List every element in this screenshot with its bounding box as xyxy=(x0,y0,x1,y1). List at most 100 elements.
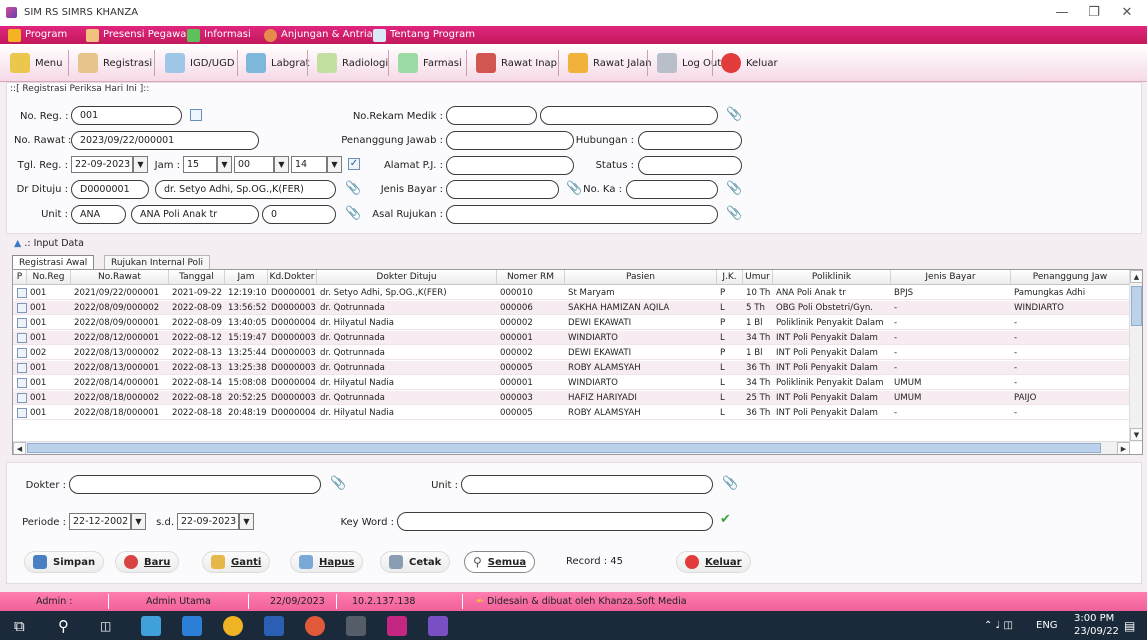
no-rawat-field[interactable]: 2023/09/22/000001 xyxy=(71,131,259,150)
hubungan-field[interactable] xyxy=(638,131,742,150)
file-explorer-icon[interactable] xyxy=(182,616,202,636)
row-checkbox[interactable] xyxy=(17,318,27,328)
column-header[interactable]: Nomer RM xyxy=(497,270,565,285)
scroll-up-icon[interactable]: ▲ xyxy=(1130,270,1142,283)
row-checkbox[interactable] xyxy=(17,288,27,298)
table-row[interactable]: 001 2022/08/09/000001 2022-08-09 13:40:05 D0… xyxy=(13,316,1130,330)
toolbar-keluar-button[interactable]: Keluar xyxy=(721,50,778,76)
no-ka-clip-icon[interactable]: 📎 xyxy=(726,181,742,196)
simpan-button[interactable]: Simpan xyxy=(24,551,105,573)
keyword-field[interactable] xyxy=(397,512,713,531)
table-row[interactable]: 001 2022/08/18/000002 2022-08-18 20:52:25 D0… xyxy=(13,391,1130,405)
pen-app-icon[interactable] xyxy=(387,616,407,636)
periode-dari-date[interactable]: 22-12-2002 xyxy=(69,513,131,530)
alamat-pj-field[interactable] xyxy=(446,156,574,175)
jam-second-select[interactable]: 14 xyxy=(291,156,327,173)
filter-unit-clip-icon[interactable]: 📎 xyxy=(722,476,738,491)
row-checkbox[interactable] xyxy=(17,363,27,373)
jenis-bayar-field[interactable] xyxy=(446,180,559,199)
language-indicator[interactable]: ENG xyxy=(1036,620,1058,631)
periode-sampai-date[interactable]: 22-09-2023 xyxy=(177,513,239,530)
toolbar-rawat-inap-button[interactable]: Rawat Inap xyxy=(476,50,557,76)
menu-tentang-program[interactable]: Tentang Program xyxy=(373,26,475,44)
table-row[interactable]: 001 2022/08/09/000002 2022-08-09 13:56:52 D0… xyxy=(13,301,1130,315)
keluar-button[interactable]: Keluar xyxy=(676,551,751,573)
clock-date[interactable]: 23/09/22 xyxy=(1074,626,1119,637)
jam-hour-dropdown-icon[interactable]: ▼ xyxy=(217,156,232,173)
menu-informasi[interactable]: Informasi xyxy=(187,26,251,44)
menu-anjungan-antrian[interactable]: Anjungan & Antrian xyxy=(264,26,379,44)
jam-second-dropdown-icon[interactable]: ▼ xyxy=(327,156,342,173)
column-header[interactable]: Jenis Bayar xyxy=(891,270,1011,285)
hapus-button[interactable]: Hapus xyxy=(290,551,364,573)
menu-program[interactable]: Program xyxy=(8,26,67,44)
terminal-icon[interactable] xyxy=(346,616,366,636)
table-row[interactable]: 001 2022/08/14/000001 2022-08-14 15:08:08 D0… xyxy=(13,376,1130,390)
restore-icon[interactable]: ❐ xyxy=(1080,4,1108,22)
column-header[interactable]: Tanggal xyxy=(169,270,225,285)
jam-auto-checkbox[interactable]: ✓ xyxy=(348,158,360,170)
notification-icon[interactable]: ▤ xyxy=(1124,619,1135,633)
column-header[interactable]: No.Rawat xyxy=(71,270,169,285)
column-header[interactable]: J.K. xyxy=(717,270,743,285)
jam-minute-select[interactable]: 00 xyxy=(234,156,274,173)
filter-unit-field[interactable] xyxy=(461,475,713,494)
column-header[interactable]: Kd.Dokter xyxy=(268,270,317,285)
vertical-scroll-thumb[interactable] xyxy=(1131,286,1142,326)
jam-hour-select[interactable]: 15 xyxy=(183,156,217,173)
windows-start-icon[interactable]: ⧉ xyxy=(14,616,34,636)
search-icon[interactable]: ⚲ xyxy=(58,616,78,636)
column-header[interactable]: Dokter Dituju xyxy=(317,270,497,285)
toolbar-igd-button[interactable]: IGD/UGD xyxy=(165,50,235,76)
toolbar-registrasi-button[interactable]: Registrasi xyxy=(78,50,152,76)
table-row[interactable]: 002 2022/08/13/000002 2022-08-13 13:25:44 D0… xyxy=(13,346,1130,360)
task-view-icon[interactable]: ◫ xyxy=(100,616,120,636)
unit-nama-field[interactable]: ANA Poli Anak tr xyxy=(131,205,259,224)
cetak-button[interactable]: Cetak xyxy=(380,551,451,573)
filter-dokter-clip-icon[interactable]: 📎 xyxy=(330,476,346,491)
horizontal-scrollbar[interactable]: ◀ ▶ xyxy=(13,441,1130,454)
input-data-toggle[interactable]: ▲ .: Input Data xyxy=(14,238,84,249)
toolbar-rawat-jalan-button[interactable]: Rawat Jalan xyxy=(568,50,652,76)
row-checkbox[interactable] xyxy=(17,408,27,418)
column-header[interactable]: Penanggung Jaw xyxy=(1011,270,1130,285)
ganti-button[interactable]: Ganti xyxy=(202,551,271,573)
scroll-right-icon[interactable]: ▶ xyxy=(1117,442,1130,454)
menu-presensi-pegawai[interactable]: Presensi Pegawai xyxy=(86,26,189,44)
table-row[interactable]: 001 2021/09/22/000001 2021-09-22 12:19:10 D0… xyxy=(13,286,1130,300)
toolbar-farmasi-button[interactable]: Farmasi xyxy=(398,50,462,76)
row-checkbox[interactable] xyxy=(17,393,27,403)
status-field[interactable] xyxy=(638,156,742,175)
app-icon-orange[interactable] xyxy=(305,616,325,636)
tab-rujukan-internal-poli[interactable]: Rujukan Internal Poli xyxy=(104,255,211,270)
table-row[interactable]: 001 2022/08/18/000001 2022-08-18 20:48:19 D0… xyxy=(13,406,1130,420)
no-reg-checkbox[interactable] xyxy=(190,109,202,121)
dr-nama-field[interactable]: dr. Setyo Adhi, Sp.OG.,K(FER) xyxy=(155,180,336,199)
calculator-app-icon[interactable] xyxy=(141,616,161,636)
unit-kode-field[interactable]: ANA xyxy=(71,205,126,224)
column-header[interactable]: No.Reg xyxy=(27,270,71,285)
periode-dari-dropdown-icon[interactable]: ▼ xyxy=(131,513,146,530)
toolbar-labgrat-button[interactable]: Labgrat xyxy=(246,50,310,76)
column-header[interactable]: Poliklinik xyxy=(773,270,891,285)
search-check-icon[interactable]: ✔ xyxy=(720,512,731,527)
dr-kode-field[interactable]: D0000001 xyxy=(71,180,149,199)
table-row[interactable]: 001 2022/08/12/000001 2022-08-12 15:19:47 D0… xyxy=(13,331,1130,345)
asal-rujukan-field[interactable] xyxy=(446,205,718,224)
toolbar-menu-button[interactable]: Menu xyxy=(10,50,62,76)
clock-time[interactable]: 3:00 PM xyxy=(1074,613,1114,624)
minimize-icon[interactable]: — xyxy=(1048,4,1076,22)
horizontal-scroll-thumb[interactable] xyxy=(27,443,1101,453)
row-checkbox[interactable] xyxy=(17,333,27,343)
word-icon[interactable] xyxy=(264,616,284,636)
pj-field[interactable] xyxy=(446,131,574,150)
column-header[interactable]: Umur xyxy=(743,270,773,285)
tgl-reg-dropdown-icon[interactable]: ▼ xyxy=(133,156,148,173)
unit-search-clip-icon[interactable]: 📎 xyxy=(345,206,361,221)
filter-dokter-field[interactable] xyxy=(69,475,321,494)
row-checkbox[interactable] xyxy=(17,378,27,388)
tray-icons[interactable]: ⌃ ♩ ◫ xyxy=(984,620,1013,631)
baru-button[interactable]: Baru xyxy=(115,551,180,573)
asal-rujukan-clip-icon[interactable]: 📎 xyxy=(726,206,742,221)
column-header[interactable]: Pasien xyxy=(565,270,717,285)
